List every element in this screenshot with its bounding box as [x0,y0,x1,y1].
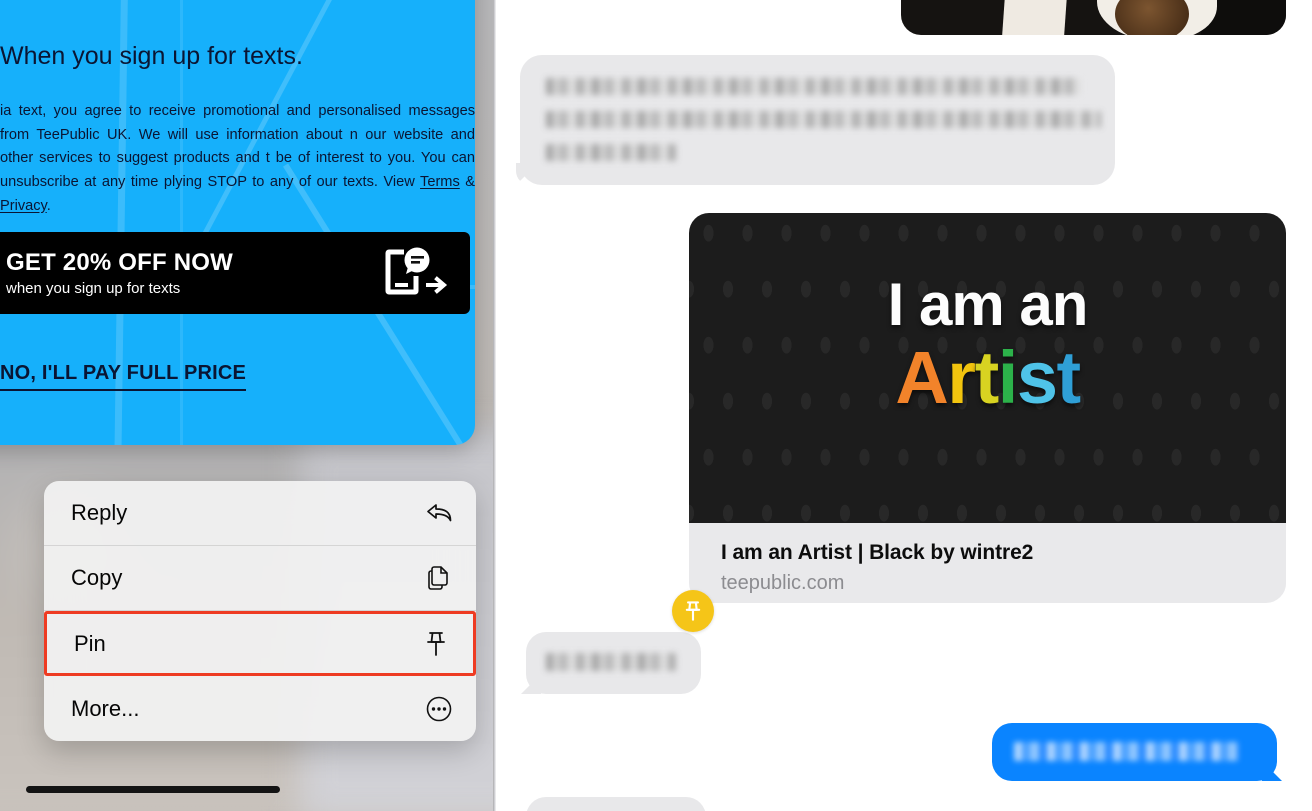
promo-legal-body: ia text, you agree to receive promotiona… [0,103,475,190]
link-preview-artwork: I am an Artist [689,271,1286,419]
artwork-letter-1: r [947,336,976,419]
privacy-link[interactable]: Privacy [0,198,47,214]
link-preview-bubble[interactable]: I am an Artist I am an Artist | Black by… [689,213,1286,603]
context-menu-item-copy[interactable]: Copy [44,546,476,611]
redacted-text-line [546,653,676,671]
copy-pages-icon [424,563,454,593]
redacted-text-line [1014,742,1239,761]
artwork-letter-2: t [974,336,1000,419]
incoming-message-bubble[interactable] [526,632,701,694]
decline-discount-link[interactable]: NO, I'LL PAY FULL PRICE [0,362,247,391]
photo-region [1002,0,1078,35]
context-menu-label-reply: Reply [71,500,128,525]
pushpin-icon [421,629,451,659]
context-menu-item-reply[interactable]: Reply [44,481,476,546]
promo-legal-text: ia text, you agree to receive promotiona… [0,100,475,218]
get-discount-button[interactable]: GET 20% OFF NOW when you sign up for tex… [0,232,470,314]
link-preview-domain: teepublic.com [721,572,845,594]
redacted-text-line [546,78,1081,95]
incoming-message-bubble-partial[interactable] [526,797,706,811]
context-menu-item-more[interactable]: More... [44,676,476,741]
cta-title: GET 20% OFF NOW [6,249,234,277]
artwork-letter-5: t [1056,336,1081,419]
outgoing-message-bubble[interactable] [992,723,1277,781]
link-preview-title: I am an Artist | Black by wintre2 [721,541,1034,564]
redacted-text-line [546,111,1101,128]
pushpin-icon [685,600,701,621]
photo-region [1115,0,1189,35]
ellipsis-circle-icon [424,694,454,724]
promo-subheading: When you sign up for texts. [0,42,303,70]
link-preview-meta: I am an Artist | Black by wintre2 teepub… [689,523,1286,603]
home-indicator-bar [26,786,280,793]
promo-legal-period: . [46,197,51,214]
context-menu-label-pin: Pin [74,630,106,656]
link-preview-image: I am an Artist [689,213,1286,523]
screenshot-root: u get 20% off! When you sign up for text… [0,0,1312,811]
context-menu-label-copy: Copy [71,565,123,590]
artwork-letter-0: A [895,336,948,419]
cta-subtitle: when you sign up for texts [6,279,181,297]
promo-signup-card: u get 20% off! When you sign up for text… [0,0,475,445]
artwork-letter-4: s [1016,336,1058,419]
incoming-message-bubble[interactable] [520,55,1115,185]
artwork-line-2: Artist [689,337,1286,418]
cta-text-group: GET 20% OFF NOW when you sign up for tex… [0,249,360,297]
message-context-menu: Reply Copy Pin More... [44,481,476,741]
pinned-message-badge[interactable] [672,590,714,632]
redacted-text-line [546,144,676,161]
context-menu-item-pin[interactable]: Pin [44,611,476,676]
photo-attachment-bubble[interactable] [901,0,1286,35]
reply-arrow-icon [424,498,454,528]
left-phone-panel: u get 20% off! When you sign up for text… [0,0,496,811]
context-menu-label-more: More... [71,695,140,721]
artwork-letter-3: i [997,336,1019,419]
right-conversation-panel: I am an Artist I am an Artist | Black by… [496,0,1312,811]
artwork-line-1: I am an [887,271,1089,338]
promo-legal-amp: & [459,173,475,190]
phone-message-arrow-icon [360,247,470,299]
terms-link[interactable]: Terms [420,174,460,190]
